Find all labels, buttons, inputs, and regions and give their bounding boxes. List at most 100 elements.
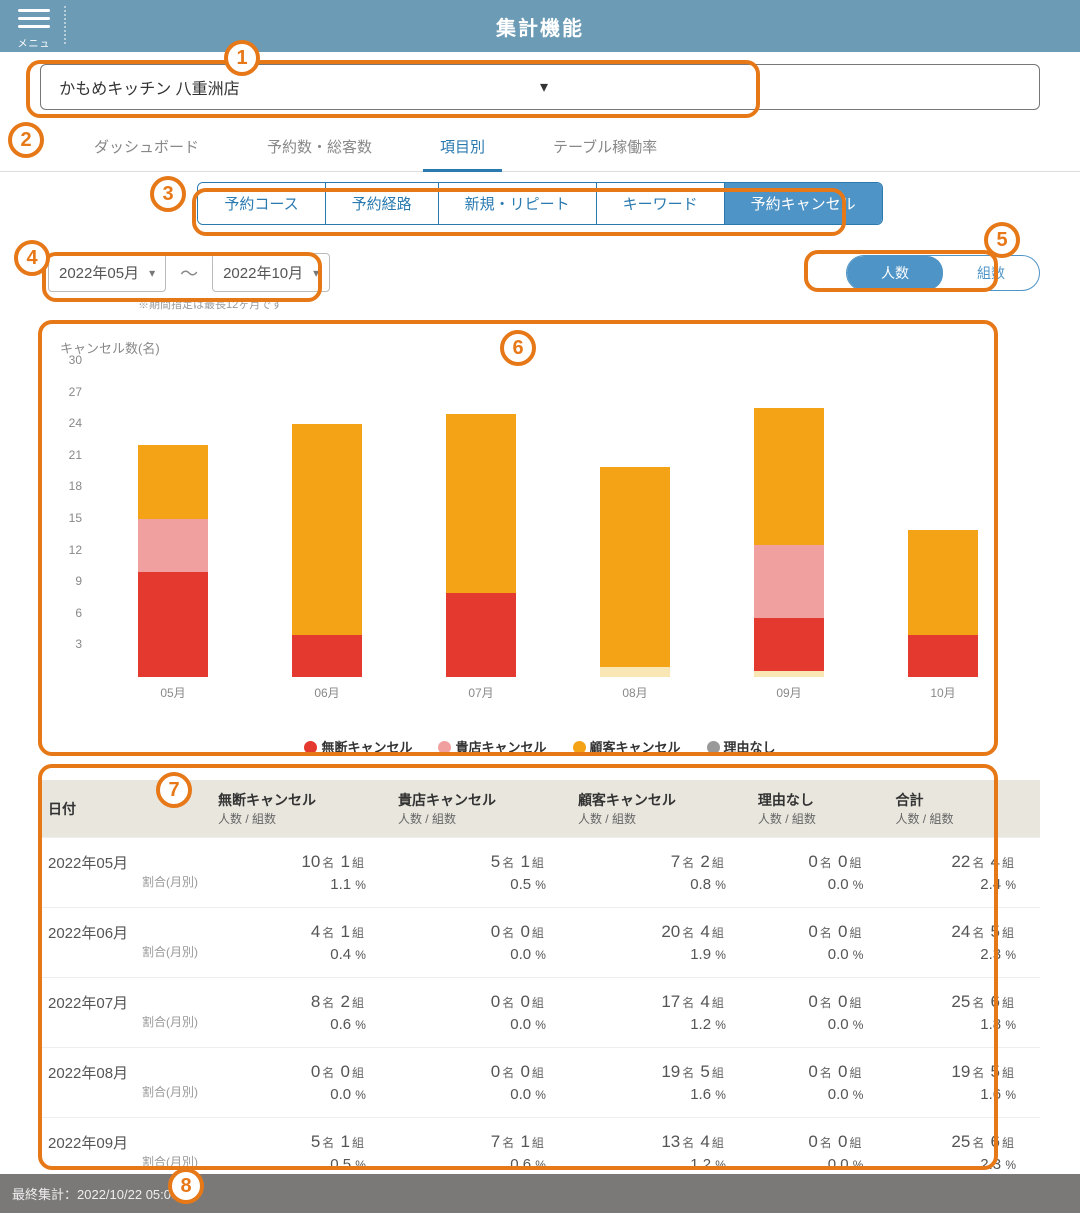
date-to-select[interactable]: 2022年10月 ▾ xyxy=(212,253,330,292)
divider xyxy=(64,6,66,44)
main-tab[interactable]: テーブル稼働率 xyxy=(519,126,691,171)
cell: 19名 5組1.6 % xyxy=(887,1048,1040,1118)
y-tick: 6 xyxy=(75,606,82,620)
hamburger-icon xyxy=(18,4,50,33)
callout-badge: 6 xyxy=(500,330,536,366)
data-table: 日付無断キャンセル人数 / 組数貴店キャンセル人数 / 組数顧客キャンセル人数 … xyxy=(40,780,1040,1187)
bar-segment xyxy=(292,635,362,677)
callout-badge: 8 xyxy=(168,1168,204,1204)
th: 合計人数 / 組数 xyxy=(887,780,1040,838)
x-label: 06月 xyxy=(282,684,372,701)
table-row: 2022年07月割合(月別)8名 2組0.6 %0名 0組0.0 %17名 4組… xyxy=(40,978,1040,1048)
date-to-value: 2022年10月 xyxy=(223,262,303,283)
x-label: 10月 xyxy=(898,684,988,701)
bar-segment xyxy=(446,414,516,593)
cell: 20名 4組1.9 % xyxy=(570,908,750,978)
store-select[interactable]: かもめキッチン 八重洲店 ▾ xyxy=(40,64,1040,110)
sub-tab[interactable]: キーワード xyxy=(597,183,725,224)
bar xyxy=(754,408,824,677)
bar-segment xyxy=(138,572,208,677)
bar-segment xyxy=(138,519,208,572)
main-tab[interactable]: 予約数・総客数 xyxy=(233,126,406,171)
cell: 0名 0組0.0 % xyxy=(390,978,570,1048)
y-tick: 24 xyxy=(69,416,82,430)
table-row: 2022年05月割合(月別)10名 1組1.1 %5名 1組0.5 %7名 2組… xyxy=(40,838,1040,908)
cell: 17名 4組1.2 % xyxy=(570,978,750,1048)
sub-tab[interactable]: 予約コース xyxy=(198,183,325,224)
bar-segment xyxy=(754,545,824,619)
chevron-down-icon: ▾ xyxy=(313,266,319,280)
y-tick: 30 xyxy=(69,353,82,367)
x-label: 07月 xyxy=(436,684,526,701)
main-tab[interactable]: ダッシュボード xyxy=(60,126,233,171)
cell: 0名 0組0.0 % xyxy=(750,1048,888,1118)
unit-people[interactable]: 人数 xyxy=(847,256,943,290)
y-tick: 3 xyxy=(75,637,82,651)
date-from-value: 2022年05月 xyxy=(59,262,139,283)
unit-groups[interactable]: 組数 xyxy=(943,256,1039,290)
bar xyxy=(600,467,670,677)
date-range: 2022年05月 ▾ 〜 2022年10月 ▾ xyxy=(48,253,330,292)
bar xyxy=(292,424,362,677)
chart-plot: 36912151821242730 05月06月07月08月09月10月 xyxy=(52,357,1028,709)
bar-segment xyxy=(292,424,362,635)
callout-badge: 7 xyxy=(156,772,192,808)
cell: 0名 0組0.0 % xyxy=(390,1048,570,1118)
sub-tab[interactable]: 予約キャンセル xyxy=(725,183,882,224)
callout-badge: 3 xyxy=(150,176,186,212)
chevron-down-icon: ▾ xyxy=(540,77,1021,97)
bar-segment xyxy=(754,618,824,671)
footer-label: 最終集計： xyxy=(12,1187,77,1202)
main-tab[interactable]: 項目別 xyxy=(406,126,519,171)
cell: 19名 5組1.6 % xyxy=(570,1048,750,1118)
y-tick: 15 xyxy=(69,511,82,525)
table-row: 2022年06月割合(月別)4名 1組0.4 %0名 0組0.0 %20名 4組… xyxy=(40,908,1040,978)
legend-item: 顧客キャンセル xyxy=(573,737,681,756)
cell: 22名 4組2.4 % xyxy=(887,838,1040,908)
bar-segment xyxy=(908,635,978,677)
sub-tab[interactable]: 新規・リピート xyxy=(439,183,597,224)
bar-segment xyxy=(600,467,670,667)
bar-segment xyxy=(138,445,208,519)
callout-badge: 5 xyxy=(984,222,1020,258)
legend-item: 理由なし xyxy=(707,737,776,756)
chart-title: キャンセル数(名) xyxy=(60,338,1028,357)
bar-segment xyxy=(908,530,978,635)
cell: 0名 0組0.0 % xyxy=(750,978,888,1048)
bar-segment xyxy=(446,593,516,677)
cell: 7名 2組0.8 % xyxy=(570,838,750,908)
page-title: 集計機能 xyxy=(0,12,1080,41)
cell: 25名 6組1.8 % xyxy=(887,978,1040,1048)
range-separator: 〜 xyxy=(180,260,198,286)
store-select-value: かもめキッチン 八重洲店 xyxy=(59,75,540,99)
bar-segment xyxy=(754,408,824,545)
y-tick: 27 xyxy=(69,385,82,399)
bar xyxy=(138,445,208,677)
cell-date: 2022年06月割合(月別) xyxy=(40,908,210,978)
cell: 0名 0組0.0 % xyxy=(390,908,570,978)
cell: 0名 0組0.0 % xyxy=(210,1048,390,1118)
cell: 0名 0組0.0 % xyxy=(750,838,888,908)
bar xyxy=(908,530,978,677)
callout-badge: 2 xyxy=(8,122,44,158)
callout-badge: 4 xyxy=(14,240,50,276)
top-bar: メニュー 集計機能 xyxy=(0,0,1080,52)
date-from-select[interactable]: 2022年05月 ▾ xyxy=(48,253,166,292)
cell-date: 2022年07月割合(月別) xyxy=(40,978,210,1048)
y-tick: 9 xyxy=(75,574,82,588)
y-tick: 12 xyxy=(69,543,82,557)
x-label: 08月 xyxy=(590,684,680,701)
th: 無断キャンセル人数 / 組数 xyxy=(210,780,390,838)
th: 顧客キャンセル人数 / 組数 xyxy=(570,780,750,838)
y-tick: 21 xyxy=(69,448,82,462)
legend-item: 無断キャンセル xyxy=(304,737,412,756)
cell: 0名 0組0.0 % xyxy=(750,908,888,978)
chevron-down-icon: ▾ xyxy=(149,266,155,280)
sub-tab[interactable]: 予約経路 xyxy=(326,183,439,224)
th: 貴店キャンセル人数 / 組数 xyxy=(390,780,570,838)
cell-date: 2022年05月割合(月別) xyxy=(40,838,210,908)
table-row: 2022年08月割合(月別)0名 0組0.0 %0名 0組0.0 %19名 5組… xyxy=(40,1048,1040,1118)
cell: 8名 2組0.6 % xyxy=(210,978,390,1048)
main-tabs: ダッシュボード予約数・総客数項目別テーブル稼働率 xyxy=(0,114,1080,172)
cell: 4名 1組0.4 % xyxy=(210,908,390,978)
